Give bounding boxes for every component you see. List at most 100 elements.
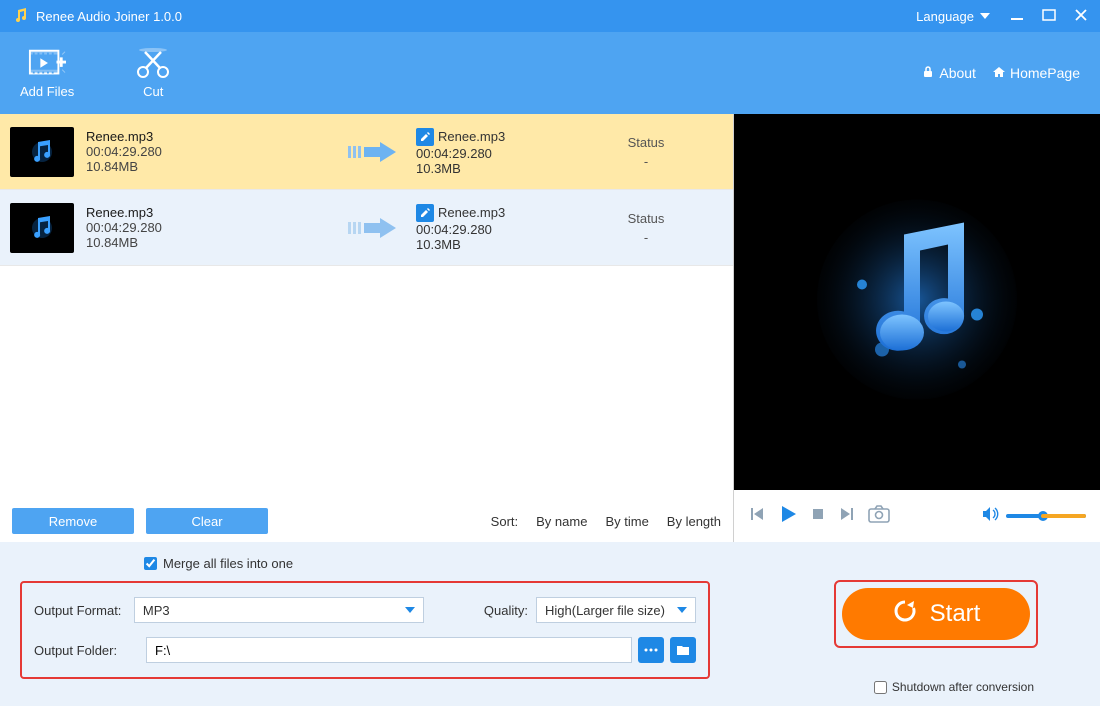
app-title: Renee Audio Joiner 1.0.0 (36, 9, 916, 24)
file-row[interactable]: Renee.mp3 00:04:29.280 10.84MB (0, 190, 733, 266)
chevron-down-icon (677, 607, 687, 613)
status-value: - (596, 230, 696, 245)
next-button[interactable] (838, 505, 856, 528)
sort-by-name[interactable]: By name (536, 514, 587, 529)
toolbar-right-links: About HomePage (921, 65, 1080, 82)
sort-by-length[interactable]: By length (667, 514, 721, 529)
file-source-info: Renee.mp3 00:04:29.280 10.84MB (86, 205, 336, 250)
toolbar: Add Files Cut About HomePage (0, 32, 1100, 114)
volume-slider[interactable] (1006, 514, 1086, 518)
file-size: 10.84MB (86, 159, 336, 174)
main-area: Renee.mp3 00:04:29.280 10.84MB (0, 114, 1100, 542)
file-thumbnail (10, 203, 74, 253)
file-output-info: Renee.mp3 00:04:29.280 10.3MB (416, 128, 596, 176)
maximize-button[interactable] (1042, 8, 1056, 25)
list-footer: Remove Clear Sort: By name By time By le… (0, 500, 733, 542)
add-files-button[interactable]: Add Files (20, 48, 74, 99)
file-row[interactable]: Renee.mp3 00:04:29.280 10.84MB (0, 114, 733, 190)
chevron-down-icon (405, 607, 415, 613)
status-label: Status (596, 211, 696, 226)
quality-value: High(Larger file size) (545, 603, 665, 618)
file-name: Renee.mp3 (86, 205, 336, 220)
scissors-icon (134, 48, 172, 80)
home-icon (992, 65, 1006, 82)
file-status: Status - (596, 135, 696, 169)
about-link[interactable]: About (921, 65, 976, 82)
window-controls (1010, 8, 1088, 25)
remove-button[interactable]: Remove (12, 508, 134, 534)
output-folder-label: Output Folder: (34, 643, 146, 658)
app-icon (12, 8, 28, 24)
close-button[interactable] (1074, 8, 1088, 25)
preview-canvas (734, 114, 1100, 490)
arrow-icon (336, 214, 416, 242)
file-list-panel: Renee.mp3 00:04:29.280 10.84MB (0, 114, 734, 542)
sort-area: Sort: By name By time By length (491, 514, 721, 529)
minimize-button[interactable] (1010, 8, 1024, 25)
out-file-name: Renee.mp3 (438, 129, 505, 144)
bottom-panel: Merge all files into one Output Format: … (0, 542, 1100, 706)
preview-panel (734, 114, 1100, 542)
out-file-name: Renee.mp3 (438, 205, 505, 220)
lock-icon (921, 65, 935, 82)
status-value: - (596, 154, 696, 169)
volume-control[interactable] (982, 506, 1086, 527)
start-button[interactable]: Start (842, 588, 1030, 640)
music-note-icon (812, 195, 1022, 410)
file-status: Status - (596, 211, 696, 245)
homepage-label: HomePage (1010, 65, 1080, 81)
file-thumbnail (10, 127, 74, 177)
output-format-select[interactable]: MP3 (134, 597, 424, 623)
sort-label: Sort: (491, 514, 518, 529)
browse-folder-button[interactable] (670, 637, 696, 663)
merge-checkbox[interactable] (144, 557, 157, 570)
out-size: 10.3MB (416, 161, 596, 176)
cut-label: Cut (143, 84, 163, 99)
file-source-info: Renee.mp3 00:04:29.280 10.84MB (86, 129, 336, 174)
add-files-label: Add Files (20, 84, 74, 99)
status-label: Status (596, 135, 696, 150)
cut-button[interactable]: Cut (134, 48, 172, 99)
output-folder-input[interactable] (146, 637, 632, 663)
edit-icon[interactable] (416, 204, 434, 222)
language-label: Language (916, 9, 974, 24)
quality-select[interactable]: High(Larger file size) (536, 597, 696, 623)
titlebar: Renee Audio Joiner 1.0.0 Language (0, 0, 1100, 32)
snapshot-button[interactable] (868, 505, 890, 528)
file-duration: 00:04:29.280 (86, 144, 336, 159)
merge-label: Merge all files into one (163, 556, 293, 571)
more-button[interactable] (638, 637, 664, 663)
file-rows: Renee.mp3 00:04:29.280 10.84MB (0, 114, 733, 500)
refresh-icon (892, 598, 918, 631)
clear-button[interactable]: Clear (146, 508, 268, 534)
chevron-down-icon (980, 13, 990, 19)
prev-button[interactable] (748, 505, 766, 528)
out-size: 10.3MB (416, 237, 596, 252)
language-menu[interactable]: Language (916, 9, 990, 24)
shutdown-label: Shutdown after conversion (892, 680, 1034, 694)
output-format-value: MP3 (143, 603, 170, 618)
about-label: About (939, 65, 976, 81)
out-duration: 00:04:29.280 (416, 222, 596, 237)
start-label: Start (930, 600, 981, 628)
volume-icon (982, 506, 1000, 527)
quality-label: Quality: (484, 603, 528, 618)
shutdown-checkbox-row: Shutdown after conversion (874, 680, 1034, 694)
film-plus-icon (28, 48, 66, 80)
homepage-link[interactable]: HomePage (992, 65, 1080, 82)
merge-checkbox-row: Merge all files into one (144, 556, 1080, 571)
player-controls (734, 490, 1100, 542)
edit-icon[interactable] (416, 128, 434, 146)
sort-by-time[interactable]: By time (605, 514, 648, 529)
shutdown-checkbox[interactable] (874, 681, 887, 694)
play-button[interactable] (778, 504, 798, 529)
file-name: Renee.mp3 (86, 129, 336, 144)
file-duration: 00:04:29.280 (86, 220, 336, 235)
output-settings-box: Output Format: MP3 Quality: High(Larger … (20, 581, 710, 679)
out-duration: 00:04:29.280 (416, 146, 596, 161)
output-format-label: Output Format: (34, 603, 134, 618)
arrow-icon (336, 138, 416, 166)
file-size: 10.84MB (86, 235, 336, 250)
file-output-info: Renee.mp3 00:04:29.280 10.3MB (416, 204, 596, 252)
stop-button[interactable] (810, 506, 826, 527)
